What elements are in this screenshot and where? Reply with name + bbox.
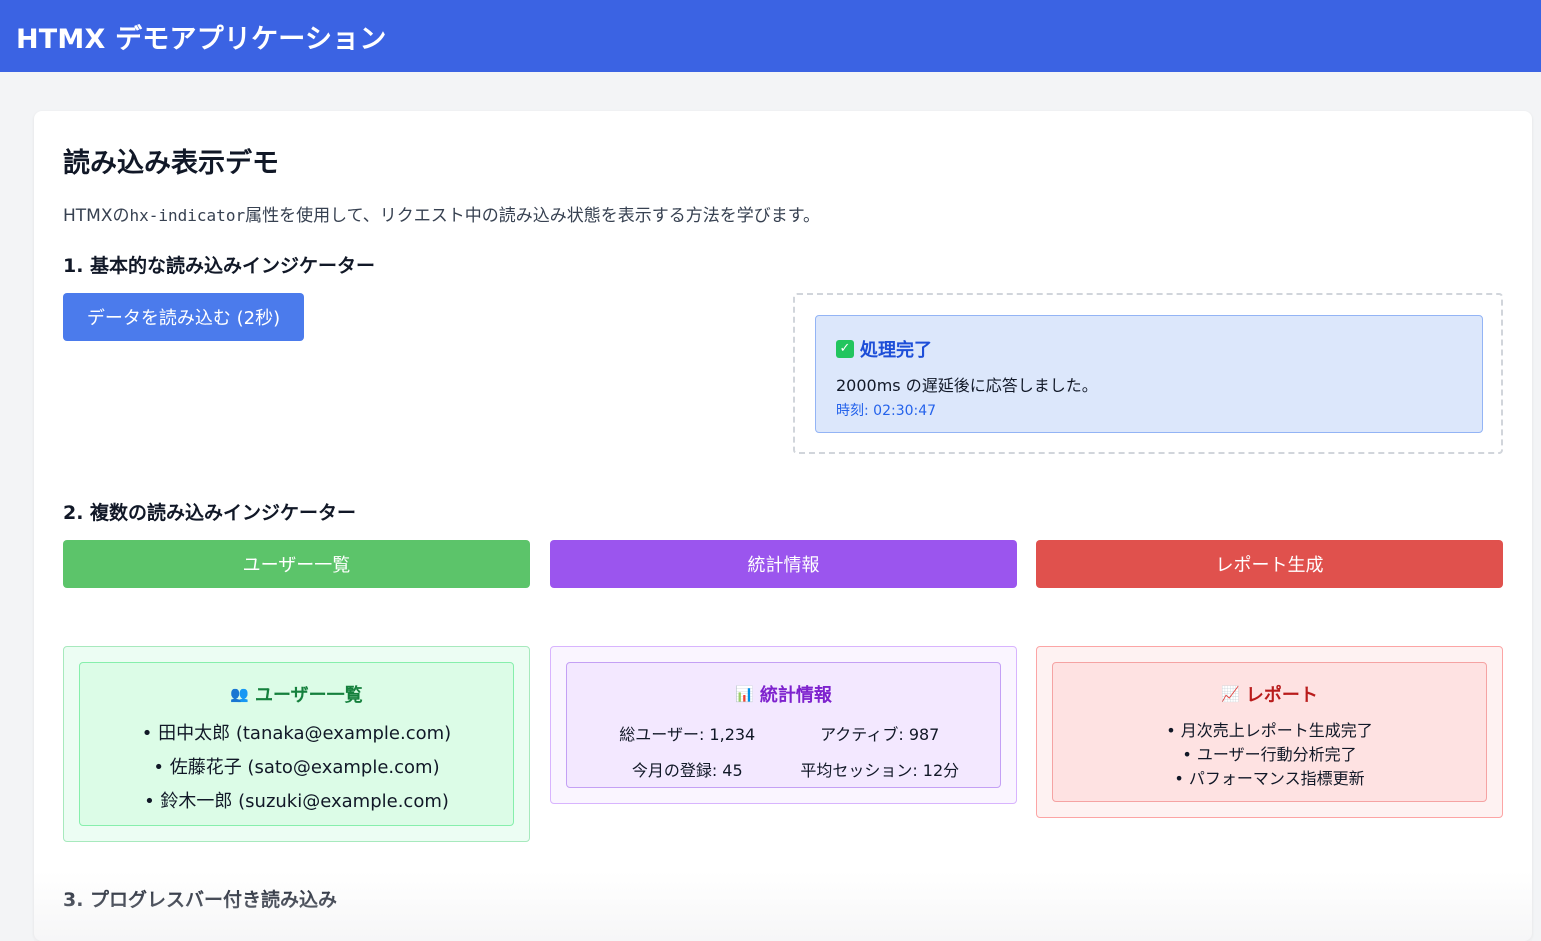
- description-pre: HTMXの: [63, 206, 130, 226]
- list-item: • 田中太郎 (tanaka@example.com): [141, 723, 452, 744]
- app-header: HTMX デモアプリケーション: [0, 0, 1541, 72]
- trend-chart-icon: 📈: [1221, 685, 1240, 703]
- report-panel-inner: 📈 レポート • 月次売上レポート生成完了 • ユーザー行動分析完了 • パフォ…: [1052, 662, 1487, 802]
- report-list: • 月次売上レポート生成完了 • ユーザー行動分析完了 • パフォーマンス指標更…: [1053, 719, 1486, 791]
- users-panel-inner: 👥 ユーザー一覧 • 田中太郎 (tanaka@example.com) • 佐…: [79, 662, 514, 826]
- result-title: 処理完了: [860, 340, 932, 361]
- user-list: • 田中太郎 (tanaka@example.com) • 佐藤花子 (sato…: [80, 717, 513, 819]
- users-panel: 👥 ユーザー一覧 • 田中太郎 (tanaka@example.com) • 佐…: [63, 646, 530, 842]
- stat-active: アクティブ: 987: [820, 725, 940, 744]
- stats-panel: 📊 統計情報 総ユーザー: 1,234 アクティブ: 987 今月の登録: 45…: [550, 646, 1017, 804]
- list-item: • パフォーマンス指標更新: [1174, 769, 1365, 788]
- list-item: • 月次売上レポート生成完了: [1166, 721, 1373, 740]
- page-title: 読み込み表示デモ: [63, 148, 279, 179]
- report-panel: 📈 レポート • 月次売上レポート生成完了 • ユーザー行動分析完了 • パフォ…: [1036, 646, 1503, 818]
- result-message: 2000ms の遅延後に応答しました。: [836, 376, 1098, 395]
- description-post: 属性を使用して、リクエスト中の読み込み状態を表示する方法を学びます。: [245, 206, 821, 226]
- page-description: HTMXのhx-indicator属性を使用して、リクエスト中の読み込み状態を表…: [63, 201, 820, 226]
- report-panel-title-row: 📈 レポート: [1053, 681, 1486, 707]
- section3-heading: 3. プログレスバー付き読み込み: [63, 889, 338, 911]
- list-item: • 佐藤花子 (sato@example.com): [153, 757, 440, 778]
- app-title: HTMX デモアプリケーション: [16, 23, 387, 55]
- stat-monthly-signups: 今月の登録: 45: [631, 761, 743, 780]
- report-button[interactable]: レポート生成: [1036, 540, 1503, 588]
- list-item: • 鈴木一郎 (suzuki@example.com): [144, 791, 449, 812]
- users-icon: 👥: [230, 685, 250, 703]
- load-data-button[interactable]: データを読み込む (2秒): [63, 293, 304, 341]
- stat-total-users: 総ユーザー: 1,234: [619, 725, 756, 744]
- report-panel-title: レポート: [1245, 685, 1318, 706]
- list-item: • ユーザー行動分析完了: [1182, 745, 1357, 764]
- stats-button[interactable]: 統計情報: [550, 540, 1017, 588]
- users-panel-title-row: 👥 ユーザー一覧: [80, 681, 513, 707]
- users-panel-title: ユーザー一覧: [255, 685, 363, 706]
- stat-avg-session: 平均セッション: 12分: [800, 761, 960, 780]
- section1-heading: 1. 基本的な読み込みインジケーター: [63, 255, 376, 277]
- check-icon: ✓: [836, 340, 854, 358]
- stats-grid: 総ユーザー: 1,234 アクティブ: 987 今月の登録: 45 平均セッショ…: [567, 721, 1000, 781]
- result-time: 時刻: 02:30:47: [836, 403, 937, 419]
- bar-chart-icon: 📊: [735, 685, 754, 703]
- stats-panel-title: 統計情報: [759, 685, 832, 706]
- result-container: ✓ 処理完了 2000ms の遅延後に応答しました。 時刻: 02:30:47: [793, 293, 1503, 454]
- users-button[interactable]: ユーザー一覧: [63, 540, 530, 588]
- result-box: ✓ 処理完了 2000ms の遅延後に応答しました。 時刻: 02:30:47: [815, 315, 1483, 433]
- result-title-row: ✓ 処理完了: [836, 336, 1462, 362]
- stats-panel-title-row: 📊 統計情報: [567, 681, 1000, 707]
- main-card: 読み込み表示デモ HTMXのhx-indicator属性を使用して、リクエスト中…: [34, 111, 1532, 941]
- section2-heading: 2. 複数の読み込みインジケーター: [63, 502, 357, 524]
- description-code: hx-indicator: [129, 206, 246, 225]
- stats-panel-inner: 📊 統計情報 総ユーザー: 1,234 アクティブ: 987 今月の登録: 45…: [566, 662, 1001, 788]
